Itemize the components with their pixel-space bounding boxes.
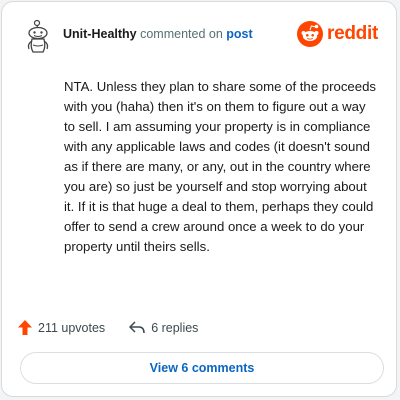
username-link[interactable]: Unit-Healthy [63,27,137,41]
user-avatar-icon[interactable] [20,18,56,54]
comment-header: Unit-Healthy commented on post reddit [16,16,382,56]
replies-count: 6 replies [151,320,199,335]
comment-stats: 211 upvotes 6 replies [18,320,198,335]
comment-card: Unit-Healthy commented on post reddit NT… [1,1,397,397]
upvotes-stat[interactable]: 211 upvotes [18,320,105,335]
reddit-logo-icon [297,21,324,47]
replies-stat[interactable]: 6 replies [129,321,198,335]
action-text: commented on [140,27,223,41]
reddit-brand[interactable]: reddit [297,20,378,48]
post-link[interactable]: post [226,27,252,41]
upvote-arrow-icon [18,320,32,335]
comment-body: NTA. Unless they plan to share some of t… [64,79,377,254]
upvotes-count: 211 upvotes [38,320,106,335]
reddit-wordmark: reddit [327,23,378,44]
view-comments-button[interactable]: View 6 comments [20,352,384,384]
reply-arrow-icon [129,321,145,334]
comment-meta: Unit-Healthy commented on post [63,27,253,41]
